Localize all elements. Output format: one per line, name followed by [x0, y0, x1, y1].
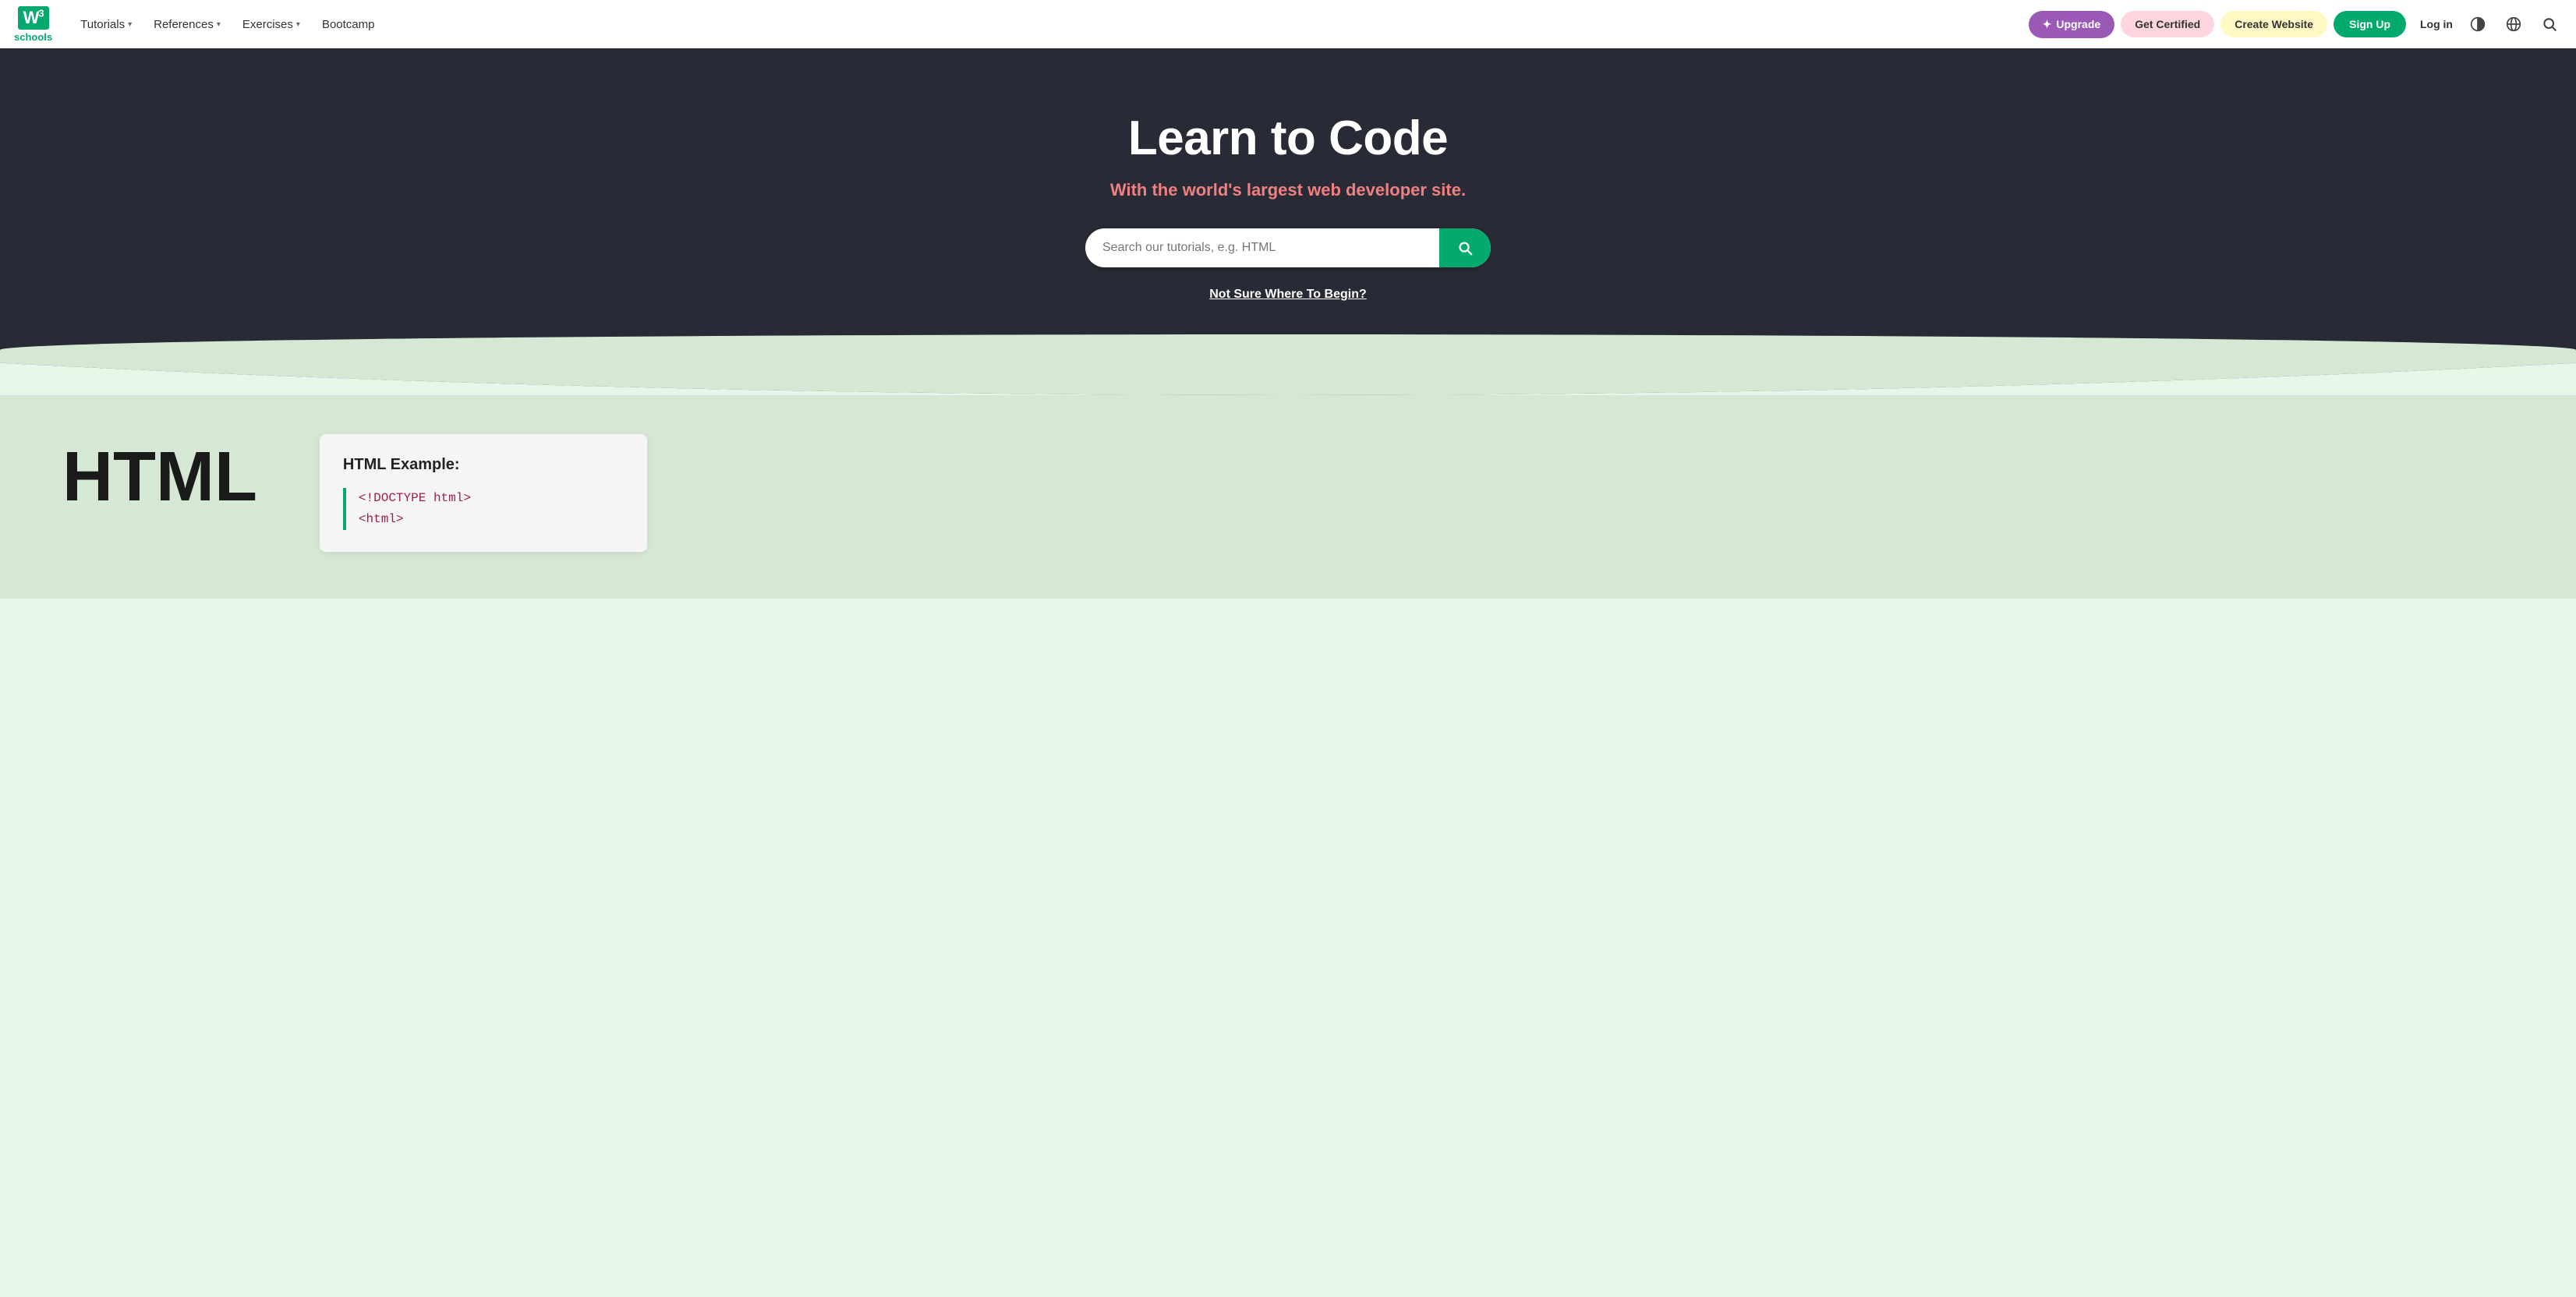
upgrade-button[interactable]: ✦ Upgrade: [2029, 11, 2115, 38]
create-website-button[interactable]: Create Website: [2220, 11, 2327, 37]
navbar: W3 schools Tutorials ▾ References ▾ Exer…: [0, 0, 2576, 48]
chevron-down-icon: ▾: [217, 20, 221, 29]
log-in-button[interactable]: Log in: [2412, 11, 2461, 37]
search-icon: [1456, 239, 1474, 256]
nav-icon-group: [2465, 12, 2562, 37]
nav-references[interactable]: References ▾: [144, 12, 230, 37]
not-sure-link[interactable]: Not Sure Where To Begin?: [1209, 288, 1366, 302]
code-example-title: HTML Example:: [343, 456, 624, 474]
nav-links: Tutorials ▾ References ▾ Exercises ▾ Boo…: [71, 12, 2029, 37]
search-icon[interactable]: [2537, 12, 2562, 37]
theme-toggle-icon[interactable]: [2465, 12, 2490, 37]
logo-w: W: [23, 8, 39, 27]
sign-up-button[interactable]: Sign Up: [2334, 11, 2406, 37]
language-icon[interactable]: [2501, 12, 2526, 37]
sparkle-icon: ✦: [2043, 18, 2052, 31]
nav-actions: ✦ Upgrade Get Certified Create Website S…: [2029, 11, 2461, 38]
logo-link[interactable]: W3 schools: [14, 6, 52, 43]
code-line-2: <html>: [359, 509, 624, 530]
code-example-box: HTML Example: <!DOCTYPE html> <html>: [320, 434, 647, 552]
hero-section: Learn to Code With the world's largest w…: [0, 48, 2576, 395]
search-button[interactable]: [1439, 228, 1491, 267]
html-section-label: HTML: [62, 434, 257, 512]
search-input[interactable]: [1085, 228, 1439, 267]
get-certified-button[interactable]: Get Certified: [2121, 11, 2214, 37]
content-section: HTML HTML Example: <!DOCTYPE html> <html…: [0, 395, 2576, 599]
nav-tutorials[interactable]: Tutorials ▾: [71, 12, 141, 37]
hero-subtitle: With the world's largest web developer s…: [16, 180, 2560, 200]
search-bar: [1085, 228, 1491, 267]
nav-exercises[interactable]: Exercises ▾: [233, 12, 310, 37]
logo-sup: 3: [38, 7, 43, 19]
hero-heading: Learn to Code: [16, 111, 2560, 166]
nav-bootcamp[interactable]: Bootcamp: [313, 12, 384, 37]
code-block: <!DOCTYPE html> <html>: [343, 488, 624, 530]
chevron-down-icon: ▾: [296, 20, 300, 29]
chevron-down-icon: ▾: [128, 20, 132, 29]
logo-icon: W3: [18, 6, 49, 30]
logo-schools: schools: [14, 31, 52, 43]
code-line-1: <!DOCTYPE html>: [359, 488, 624, 509]
